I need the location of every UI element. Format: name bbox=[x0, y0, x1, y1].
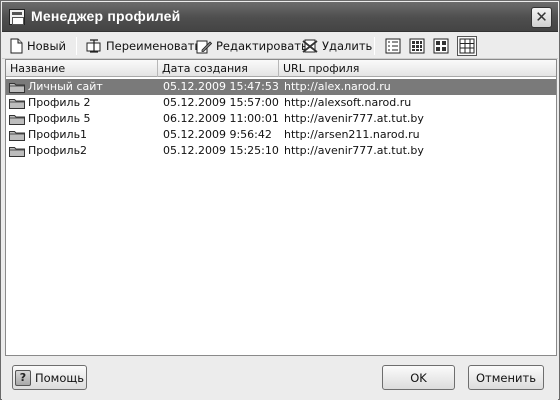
toolbar: Новый Переименовать Редактировать Удалит… bbox=[2, 33, 558, 59]
profile-manager-window: Менеджер профилей ✕ Новый Переименовать bbox=[0, 0, 560, 400]
cancel-button-label: Отменить bbox=[476, 370, 536, 385]
table-view-icon bbox=[459, 38, 475, 54]
profile-created-date: 05.12.2009 15:25:10 bbox=[163, 144, 279, 157]
profile-created-date: 05.12.2009 15:47:53 bbox=[163, 80, 279, 93]
grid-view-icon bbox=[409, 38, 425, 54]
profile-name: Профиль2 bbox=[28, 144, 88, 157]
folder-icon bbox=[9, 147, 25, 157]
help-button[interactable]: ? Помощь bbox=[12, 365, 87, 390]
list-header: Название Дата создания URL профиля bbox=[6, 60, 556, 77]
delete-button-label: Удалить bbox=[322, 39, 373, 53]
delete-icon bbox=[302, 39, 318, 53]
folder-icon bbox=[9, 131, 25, 141]
ok-button[interactable]: OK bbox=[382, 365, 455, 390]
table-row[interactable]: Профиль 2 05.12.2009 15:57:00 http://alexs… bbox=[6, 95, 556, 111]
tiles-view-icon bbox=[433, 38, 449, 54]
help-button-label: Помощь bbox=[34, 370, 84, 385]
profile-created-date: 05.12.2009 9:56:42 bbox=[163, 128, 272, 141]
delete-button[interactable]: Удалить bbox=[302, 36, 372, 56]
edit-button[interactable]: Редактировать bbox=[196, 36, 308, 56]
toolbar-separator bbox=[76, 37, 77, 55]
column-header-url[interactable]: URL профиля bbox=[279, 60, 558, 77]
toolbar-separator bbox=[374, 37, 375, 55]
column-header-name[interactable]: Название bbox=[6, 60, 158, 77]
profile-url: http://alexsoft.narod.ru bbox=[284, 96, 412, 109]
profile-name: Профиль1 bbox=[28, 128, 88, 141]
folder-icon bbox=[9, 83, 25, 93]
profile-url: http://avenir777.at.tut.by bbox=[284, 112, 424, 125]
window-title: Менеджер профилей bbox=[31, 8, 181, 24]
new-button[interactable]: Новый bbox=[10, 36, 66, 56]
folder-icon bbox=[9, 99, 25, 109]
view-list-button[interactable] bbox=[457, 36, 477, 56]
pencil-icon bbox=[196, 40, 212, 54]
cancel-button[interactable]: Отменить bbox=[468, 365, 544, 390]
profile-name: Личный сайт bbox=[28, 80, 103, 93]
title-bar[interactable]: Менеджер профилей ✕ bbox=[2, 2, 558, 32]
table-row[interactable]: Личный сайт 05.12.2009 15:47:53 http://ale… bbox=[6, 79, 556, 95]
profile-name: Профиль 2 bbox=[28, 96, 91, 109]
table-row[interactable]: Профиль 5 06.12.2009 11:00:01 http://aveni… bbox=[6, 111, 556, 127]
profile-name: Профиль 5 bbox=[28, 112, 91, 125]
ok-button-label: OK bbox=[410, 370, 427, 385]
close-button[interactable]: ✕ bbox=[531, 7, 552, 28]
profile-created-date: 05.12.2009 15:57:00 bbox=[163, 96, 279, 109]
column-header-created[interactable]: Дата создания bbox=[158, 60, 279, 77]
close-icon: ✕ bbox=[535, 8, 548, 26]
details-view-icon bbox=[385, 38, 401, 54]
view-large-icons-button[interactable] bbox=[407, 36, 427, 56]
view-details-button[interactable] bbox=[383, 36, 403, 56]
window-icon bbox=[9, 9, 25, 25]
profile-url: http://arsen211.narod.ru bbox=[284, 128, 420, 141]
view-tiles-button[interactable] bbox=[431, 36, 451, 56]
table-row[interactable]: Профиль2 05.12.2009 15:25:10 http://avenir… bbox=[6, 143, 556, 159]
new-document-icon bbox=[10, 38, 23, 54]
profiles-list[interactable]: Название Дата создания URL профиля Личны… bbox=[5, 59, 557, 356]
rename-button-label: Переименовать bbox=[106, 39, 202, 53]
dialog-footer: ? Помощь OK Отменить bbox=[2, 357, 558, 400]
rename-icon bbox=[86, 39, 101, 53]
new-button-label: Новый bbox=[27, 39, 67, 53]
folder-icon bbox=[9, 115, 25, 125]
edit-button-label: Редактировать bbox=[216, 39, 308, 53]
help-icon: ? bbox=[14, 369, 31, 386]
rename-button[interactable]: Переименовать bbox=[86, 36, 201, 56]
profile-created-date: 06.12.2009 11:00:01 bbox=[163, 112, 279, 125]
profile-url: http://alex.narod.ru bbox=[284, 80, 391, 93]
table-row[interactable]: Профиль1 05.12.2009 9:56:42 http://arsen21… bbox=[6, 127, 556, 143]
profile-url: http://avenir777.at.tut.by bbox=[284, 144, 424, 157]
